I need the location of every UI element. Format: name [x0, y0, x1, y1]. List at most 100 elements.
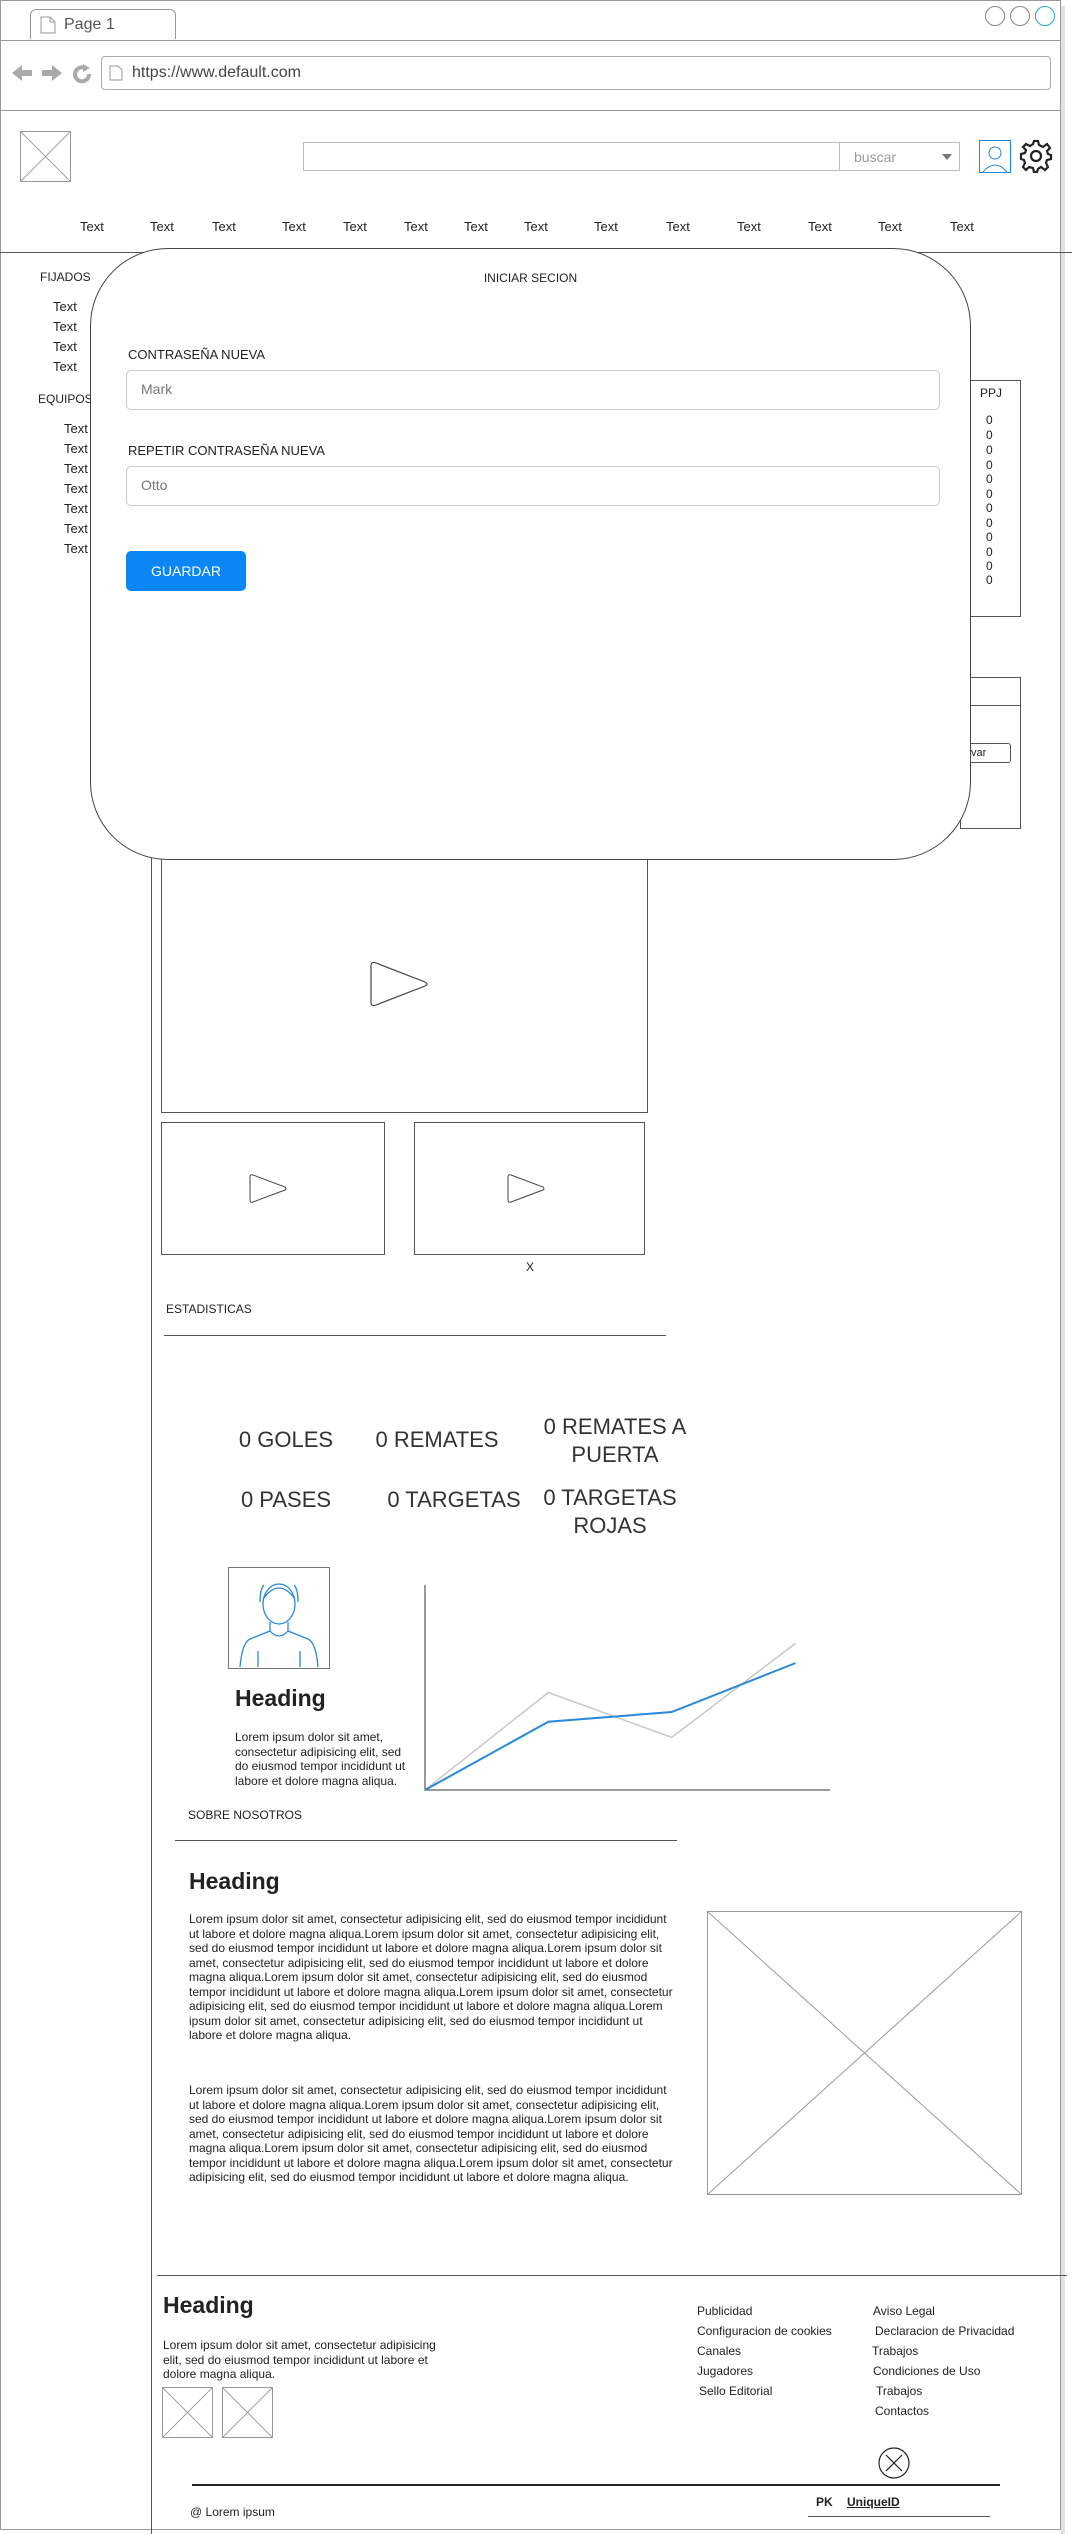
profile-heading: Heading — [235, 1685, 326, 1711]
sidebar-item[interactable]: Text — [64, 541, 88, 556]
footer-link[interactable]: Canales — [697, 2344, 741, 2358]
sidebar-item[interactable]: Text — [64, 501, 88, 516]
standings-value: 0 — [986, 530, 993, 544]
main-video[interactable] — [161, 855, 648, 1113]
back-arrow-icon[interactable] — [10, 63, 34, 83]
standings-value: 0 — [986, 559, 993, 573]
user-avatar-icon[interactable] — [979, 140, 1011, 173]
sidebar-item[interactable]: Text — [64, 421, 88, 436]
footer-link[interactable]: Trabajos — [872, 2344, 918, 2358]
forward-arrow-icon[interactable] — [40, 63, 64, 83]
chart-point — [547, 1691, 550, 1694]
nav-item[interactable]: Text — [343, 219, 367, 234]
stat-red-cards: 0 TARGETAS ROJAS — [530, 1484, 690, 1540]
logo-placeholder[interactable] — [20, 131, 71, 182]
nav-item[interactable]: Text — [666, 219, 690, 234]
copyright-text: @ Lorem ipsum — [190, 2505, 275, 2519]
nav-item[interactable]: Text — [950, 219, 974, 234]
footer-link[interactable]: Configuracion de cookies — [697, 2324, 832, 2338]
nav-item[interactable]: Text — [737, 219, 761, 234]
sidebar-item[interactable]: Text — [53, 299, 77, 314]
standings-value: 0 — [986, 413, 993, 427]
about-paragraph: Lorem ipsum dolor sit amet, consectetur … — [189, 2083, 673, 2184]
repeat-password-placeholder: Otto — [141, 477, 168, 493]
profile-text: Lorem ipsum dolor sit amet, consectetur … — [235, 1730, 406, 1788]
address-bar[interactable]: https://www.default.com — [101, 56, 1051, 90]
footer-text: Lorem ipsum dolor sit amet, consectetur … — [163, 2338, 436, 2381]
stat-red-cards-line1: 0 TARGETAS — [543, 1485, 677, 1510]
standings-value: 0 — [986, 516, 993, 530]
footer-divider — [157, 2275, 1067, 2276]
field2-label: REPETIR CONTRASEÑA NUEVA — [128, 443, 325, 458]
stats-line-chart — [424, 1585, 830, 1791]
footer-link[interactable]: Aviso Legal — [873, 2304, 935, 2318]
refresh-icon[interactable] — [70, 62, 94, 86]
image-placeholder-icon — [223, 2388, 272, 2437]
about-image-placeholder — [707, 1911, 1022, 2195]
side-panel-button-label: var — [971, 747, 987, 759]
nav-item[interactable]: Text — [594, 219, 618, 234]
nav-item[interactable]: Text — [282, 219, 306, 234]
save-button[interactable]: GUARDAR — [126, 551, 246, 591]
stat-shots-on-target: 0 REMATES A PUERTA — [530, 1413, 700, 1469]
stat-cards: 0 TARGETAS — [387, 1487, 521, 1512]
toolbar-divider — [0, 110, 1060, 111]
footer-link[interactable]: Jugadores — [697, 2364, 753, 2378]
close-circle-icon[interactable] — [878, 2447, 910, 2479]
sidebar-item[interactable]: Text — [64, 461, 88, 476]
nav-item[interactable]: Text — [524, 219, 548, 234]
video-thumbnail[interactable] — [414, 1122, 645, 1255]
footer-link[interactable]: Trabajos — [876, 2384, 922, 2398]
nav-item[interactable]: Text — [404, 219, 428, 234]
standings-value: 0 — [986, 573, 993, 587]
gear-icon[interactable] — [1019, 139, 1053, 173]
chart-point — [424, 1789, 426, 1791]
stats-divider — [164, 1335, 666, 1336]
video-thumbnail[interactable] — [161, 1122, 385, 1255]
about-heading: Heading — [189, 1868, 280, 1894]
image-placeholder-icon — [708, 1912, 1021, 2194]
sidebar-item[interactable]: Text — [53, 359, 77, 374]
repeat-password-field[interactable]: Otto — [126, 466, 940, 506]
sidebar-item[interactable]: Text — [64, 521, 88, 536]
chart-point — [794, 1642, 796, 1645]
window-close-button[interactable] — [1035, 6, 1055, 26]
close-label[interactable]: X — [526, 1260, 534, 1274]
nav-item[interactable]: Text — [808, 219, 832, 234]
window-minimize-button[interactable] — [985, 6, 1005, 26]
standings-value: 0 — [986, 472, 993, 486]
sidebar-item[interactable]: Text — [64, 481, 88, 496]
footer-link[interactable]: Declaracion de Privacidad — [875, 2324, 1014, 2338]
standings-header: PPJ — [980, 386, 1003, 400]
browser-tab[interactable]: Page 1 — [30, 9, 176, 39]
stat-passes: 0 PASES — [240, 1487, 332, 1512]
about-title: SOBRE NOSOTROS — [188, 1808, 303, 1822]
footer-link[interactable]: Condiciones de Uso — [873, 2364, 980, 2378]
sidebar-item[interactable]: Text — [53, 319, 77, 334]
footer-link[interactable]: Sello Editorial — [699, 2384, 772, 2398]
play-icon — [507, 1174, 545, 1203]
sidebar-item[interactable]: Text — [64, 441, 88, 456]
image-placeholder-icon — [163, 2388, 212, 2437]
search-select[interactable]: buscar — [839, 142, 960, 171]
modal-title: INICIAR SECION — [483, 271, 578, 285]
nav-item[interactable]: Text — [150, 219, 174, 234]
page-icon — [109, 65, 123, 81]
footer-image-placeholder — [162, 2387, 213, 2438]
footer-link[interactable]: Publicidad — [697, 2304, 752, 2318]
new-password-placeholder: Mark — [141, 381, 173, 397]
window-maximize-button[interactable] — [1010, 6, 1030, 26]
new-password-field[interactable]: Mark — [126, 370, 940, 410]
nav-item[interactable]: Text — [878, 219, 902, 234]
nav-item[interactable]: Text — [80, 219, 104, 234]
password-modal: INICIAR SECION CONTRASEÑA NUEVA Mark REP… — [90, 248, 971, 860]
search-input[interactable] — [303, 142, 840, 171]
footer-link[interactable]: Contactos — [875, 2404, 929, 2418]
stat-red-cards-line2: ROJAS — [573, 1513, 647, 1538]
nav-item[interactable]: Text — [464, 219, 488, 234]
footer-image-placeholder — [222, 2387, 273, 2438]
standings-value: 0 — [986, 545, 993, 559]
sidebar-item[interactable]: Text — [53, 339, 77, 354]
about-paragraph: Lorem ipsum dolor sit amet, consectetur … — [189, 1912, 673, 2042]
nav-item[interactable]: Text — [212, 219, 236, 234]
